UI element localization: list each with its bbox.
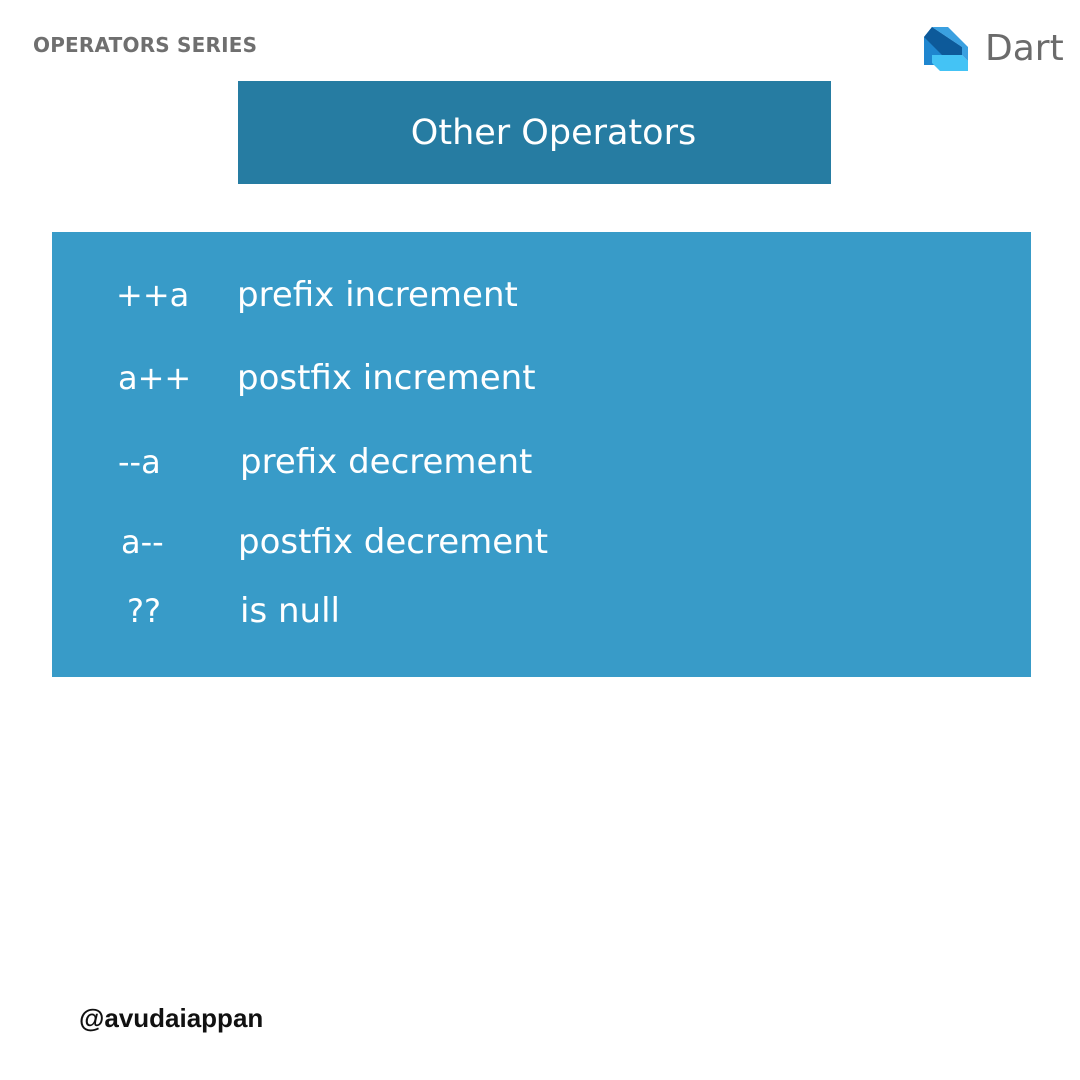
author-handle: @avudaiappan: [79, 1003, 264, 1033]
operator-description: prefix decrement: [240, 442, 533, 482]
operator-description: prefix increment: [237, 275, 518, 315]
operator-description: postfix decrement: [238, 522, 549, 562]
title-banner: Other Operators: [238, 81, 831, 184]
brand-name: Dart: [985, 28, 1064, 69]
operator-description: is null: [240, 591, 340, 631]
operator-row: --a prefix decrement: [52, 437, 1031, 487]
page-title: Other Operators: [410, 112, 697, 153]
operator-symbol: a--: [121, 523, 164, 561]
operator-panel: ++a prefix increment a++ postfix increme…: [52, 232, 1031, 677]
operator-symbol: --a: [118, 443, 161, 481]
operator-symbol: ++a: [116, 276, 190, 314]
operator-row: ?? is null: [52, 586, 1031, 636]
operator-description: postfix increment: [237, 358, 536, 398]
operator-row: ++a prefix increment: [52, 270, 1031, 320]
dart-brand: Dart: [922, 24, 1064, 74]
operator-row: a++ postfix increment: [52, 353, 1031, 403]
operator-symbol: ??: [127, 592, 161, 630]
dart-logo-icon: [922, 25, 970, 73]
operator-symbol: a++: [118, 359, 192, 397]
series-label: OPERATORS SERIES: [33, 33, 258, 57]
slide: OPERATORS SERIES Dart Other Operators ++…: [0, 0, 1080, 1080]
operator-row: a-- postfix decrement: [52, 517, 1031, 567]
